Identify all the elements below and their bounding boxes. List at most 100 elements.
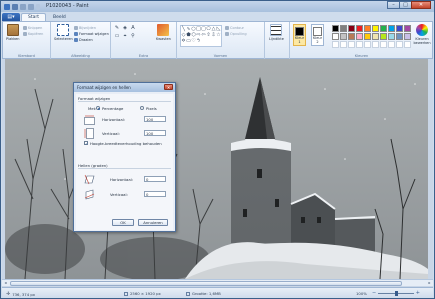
palette-swatch[interactable] xyxy=(332,41,339,48)
palette-swatch[interactable] xyxy=(364,25,371,32)
copy-icon xyxy=(23,32,27,36)
palette-swatch[interactable] xyxy=(340,33,347,40)
tab-view[interactable]: Beeld xyxy=(47,13,72,21)
copy-button[interactable]: Kopiëren xyxy=(23,32,43,36)
close-button[interactable]: ✕ xyxy=(411,1,431,9)
palette-swatch[interactable] xyxy=(348,41,355,48)
undo-icon[interactable] xyxy=(20,3,26,10)
shapes-gallery[interactable]: ╲ ∿ ○ □ ▢ ⬠ △ ◺ ◇ ⬟ ⬡ ⇨ ⇦ ⇧ ⇩ ☆ ✡ ▭ ♡ ϟ xyxy=(180,25,222,47)
dialog-title: Formaat wijzigen en hellen xyxy=(77,85,131,90)
fill-button[interactable]: Opvulling xyxy=(225,32,247,36)
lightning-shape-icon[interactable]: ϟ xyxy=(196,38,201,44)
zoom-slider-thumb[interactable] xyxy=(395,291,398,296)
paint-app-icon[interactable] xyxy=(4,3,10,10)
palette-swatch[interactable] xyxy=(404,33,411,40)
save-icon[interactable] xyxy=(12,3,18,10)
tools-grid: ✎ ◈ A ▭ ⌖ ⚲ xyxy=(114,25,136,39)
colors-group: Kleur 1 Kleur 2 Kleuren bewerken Kleuren xyxy=(290,22,433,59)
cursor-position: ✛ 736, 374 px xyxy=(6,291,35,297)
rotate-button[interactable]: Draaien xyxy=(74,38,93,42)
percentage-label[interactable]: Percentage xyxy=(102,106,123,111)
horizontal-resize-icon xyxy=(84,115,95,126)
palette-swatch[interactable] xyxy=(388,41,395,48)
palette-swatch[interactable] xyxy=(372,25,379,32)
text-icon[interactable]: A xyxy=(130,25,136,31)
scroll-thumb[interactable] xyxy=(10,281,402,286)
pixels-radio[interactable] xyxy=(140,106,144,110)
palette-swatch[interactable] xyxy=(340,25,347,32)
palette-swatch[interactable] xyxy=(348,33,355,40)
resize-button[interactable]: Formaat wijzigen xyxy=(74,32,109,36)
pixels-label[interactable]: Pixels xyxy=(146,106,157,111)
color2-button[interactable]: Kleur 2 xyxy=(311,24,324,46)
cut-button[interactable]: Knippen xyxy=(23,26,42,30)
redo-icon[interactable] xyxy=(28,3,34,10)
palette-swatch[interactable] xyxy=(380,25,387,32)
castle-snow-photo xyxy=(5,59,428,279)
palette-swatch[interactable] xyxy=(332,25,339,32)
color1-button[interactable]: Kleur 1 xyxy=(293,24,306,46)
vertical-resize-icon xyxy=(84,128,95,139)
palette-swatch[interactable] xyxy=(372,41,379,48)
scroll-right-icon[interactable]: ▸ xyxy=(426,280,433,286)
clipboard-group: Plakken Knippen Kopiëren Klembord xyxy=(3,22,51,59)
palette-swatch[interactable] xyxy=(372,33,379,40)
horizontal-input[interactable]: 100 xyxy=(144,116,166,122)
paint-menu-button[interactable]: ▤▾ xyxy=(2,13,20,21)
select-button[interactable]: Selecteren xyxy=(54,24,73,41)
palette-swatch[interactable] xyxy=(396,25,403,32)
zoom-slider[interactable]: − + xyxy=(372,290,420,296)
palette-swatch[interactable] xyxy=(404,41,411,48)
paste-button[interactable]: Plakken xyxy=(6,24,20,41)
scroll-left-icon[interactable]: ◂ xyxy=(2,280,9,286)
customize-qat-icon[interactable] xyxy=(36,3,40,10)
palette-swatch[interactable] xyxy=(380,41,387,48)
zoom-out-icon[interactable]: − xyxy=(372,290,376,296)
edit-colors-button[interactable]: Kleuren bewerken xyxy=(412,24,432,45)
palette-swatch[interactable] xyxy=(364,33,371,40)
palette-swatch[interactable] xyxy=(332,33,339,40)
zoom-in-icon[interactable]: + xyxy=(416,290,420,296)
size-group: Lijndikte xyxy=(265,22,290,59)
palette-swatch[interactable] xyxy=(396,41,403,48)
palette-swatch[interactable] xyxy=(356,33,363,40)
canvas-image[interactable] xyxy=(5,59,428,279)
color-picker-icon[interactable]: ⌖ xyxy=(122,33,128,39)
palette-swatch[interactable] xyxy=(356,41,363,48)
dialog-body: Formaat wijzigen Met: Percentage Pixels … xyxy=(76,94,173,230)
skew-vertical-input[interactable]: 0 xyxy=(144,191,166,197)
eraser-icon[interactable]: ▭ xyxy=(114,33,120,39)
skew-vertical-label: Verticaal: xyxy=(110,192,128,197)
skew-horizontal-input[interactable]: 0 xyxy=(144,176,166,182)
palette-swatch[interactable] xyxy=(388,33,395,40)
palette-swatch[interactable] xyxy=(364,41,371,48)
line-size-button[interactable]: Lijndikte xyxy=(269,24,284,41)
palette-swatch[interactable] xyxy=(348,25,355,32)
percentage-radio[interactable] xyxy=(96,106,100,110)
star-shape-icon[interactable]: ☆ xyxy=(216,32,221,38)
palette-swatch[interactable] xyxy=(388,25,395,32)
horizontal-scrollbar[interactable]: ◂ ▸ xyxy=(2,279,433,286)
dialog-close-button[interactable]: ✕ xyxy=(164,84,173,90)
crop-button[interactable]: Bijsnijden xyxy=(74,26,96,30)
outline-button[interactable]: Contour xyxy=(225,26,244,30)
palette-swatch[interactable] xyxy=(380,33,387,40)
cancel-button[interactable]: Annuleren xyxy=(138,219,168,226)
fill-icon[interactable]: ◈ xyxy=(122,25,128,31)
ok-button[interactable]: OK xyxy=(112,219,134,226)
aspect-ratio-checkbox[interactable]: ✓ xyxy=(84,141,88,146)
color-wheel-icon xyxy=(416,24,428,36)
title-bar: P1020043 - Paint – □ ✕ xyxy=(1,1,434,12)
palette-swatch[interactable] xyxy=(356,25,363,32)
palette-swatch[interactable] xyxy=(340,41,347,48)
palette-swatch[interactable] xyxy=(396,33,403,40)
palette-swatch[interactable] xyxy=(404,25,411,32)
vertical-input[interactable]: 100 xyxy=(144,130,166,136)
tab-start[interactable]: Start xyxy=(21,13,46,21)
magnifier-icon[interactable]: ⚲ xyxy=(130,33,136,39)
group-label-tools: Extra xyxy=(138,54,149,58)
ribbon-tabs: ▤▾ Start Beeld xyxy=(2,12,433,21)
pencil-icon[interactable]: ✎ xyxy=(114,25,120,31)
brushes-button[interactable]: Kwasten xyxy=(156,24,171,41)
aspect-ratio-label[interactable]: Hoogte-breedteverhouding behouden xyxy=(90,141,162,146)
